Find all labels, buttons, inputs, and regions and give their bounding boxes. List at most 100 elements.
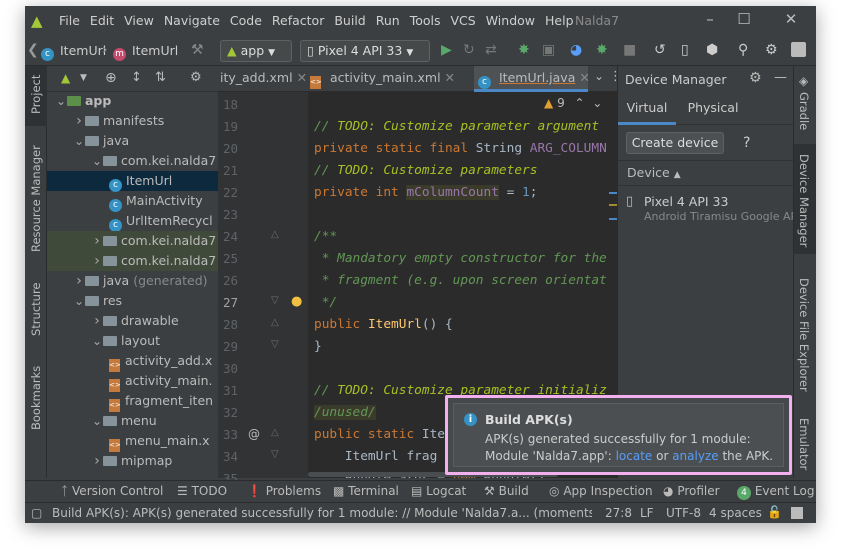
apply-changes-icon[interactable]: ⇄ [485, 42, 497, 58]
menu-refactor[interactable]: Refactor [272, 13, 324, 28]
fold-marker-icon[interactable]: ▽ [271, 339, 279, 350]
fold-marker-icon[interactable]: △ [271, 229, 279, 240]
tab-itemurl[interactable]: c ItemUrl.java ✕ [474, 66, 590, 92]
build-notification[interactable]: i Build APK(s) APK(s) generated successf… [453, 403, 784, 467]
locate-link[interactable]: locate [616, 449, 653, 463]
tool-window-resource-manager-label[interactable]: Resource Manager [29, 145, 43, 252]
tool-app-inspection[interactable]: ◎ App Inspection [549, 484, 653, 498]
lightbulb-icon[interactable]: ● [291, 294, 302, 309]
tool-window-device-manager-label[interactable]: Device Manager [797, 154, 811, 247]
tree-item[interactable]: ⌄ java [47, 131, 218, 151]
tool-window-gradle-label[interactable]: Gradle [797, 92, 811, 130]
tree-item[interactable]: <> activity_add.x [47, 351, 218, 372]
tool-terminal[interactable]: ▩ Terminal [333, 484, 399, 498]
chevron-right-icon[interactable]: › [73, 111, 85, 131]
stop-icon[interactable]: ■ [623, 42, 636, 58]
lock-icon[interactable]: 🔓 [767, 505, 782, 519]
tree-item[interactable]: ›com.kei.nalda7( [47, 251, 218, 271]
tree-item[interactable]: c UrlItemRecycl [47, 211, 218, 232]
next-highlight-icon[interactable]: ⌄ [592, 96, 602, 110]
collapse-all-icon[interactable]: ⇅ [155, 70, 166, 85]
breadcrumb-method[interactable]: ItemUrl [132, 43, 178, 58]
fold-marker-icon[interactable]: ▽ [271, 449, 279, 460]
chevron-right-icon[interactable]: › [91, 451, 103, 471]
annotation-icon[interactable]: @ [248, 427, 260, 441]
chevron-right-icon[interactable]: › [91, 251, 103, 271]
tab-physical[interactable]: Physical [680, 95, 746, 125]
tool-version-control[interactable]: ᛏ Version Control [61, 484, 163, 498]
locate-icon[interactable]: ⊕ [105, 70, 117, 86]
chevron-left-icon[interactable]: ❮ [27, 42, 39, 58]
tree-item[interactable]: ⌄ menu [47, 411, 218, 431]
chevron-down-icon[interactable]: ⌄ [73, 131, 85, 151]
tabs-dropdown-icon[interactable]: ⌄ [594, 69, 604, 83]
chevron-down-icon[interactable]: ⌄ [91, 151, 103, 171]
expand-all-icon[interactable]: ↕ [131, 70, 142, 85]
prev-highlight-icon[interactable]: ⌃ [575, 96, 585, 110]
tool-window-structure-label[interactable]: Structure [29, 283, 43, 337]
minimize-panel-icon[interactable]: — [774, 70, 787, 85]
attach-debugger-icon[interactable]: ✸ [596, 42, 608, 58]
tool-window-project-label[interactable]: Project [29, 75, 43, 114]
menu-view[interactable]: View [124, 13, 154, 28]
tree-item[interactable]: ›com.kei.nalda7( [47, 231, 218, 251]
close-tab-icon[interactable]: ✕ [445, 70, 455, 85]
run-icon[interactable]: ▶ [441, 42, 452, 58]
settings-icon[interactable]: ⚙ [765, 42, 778, 58]
minimize-icon[interactable]: – [695, 10, 725, 30]
menu-navigate[interactable]: Navigate [164, 13, 220, 28]
tool-logcat[interactable]: ▤ Logcat [411, 484, 466, 498]
run-config-select[interactable]: ▲ app ▼ [220, 40, 292, 62]
memory-indicator-icon[interactable] [791, 507, 803, 519]
gradle-sync-icon[interactable]: ↺ [654, 42, 666, 58]
line-separator[interactable]: LF [640, 506, 654, 520]
close-tab-icon[interactable]: ✕ [579, 70, 589, 85]
help-icon[interactable]: ? [743, 135, 750, 151]
account-icon[interactable] [791, 42, 806, 57]
chevron-down-icon[interactable]: ⌄ [91, 411, 103, 431]
tree-item[interactable]: › java (generated) [47, 271, 218, 291]
chevron-right-icon[interactable]: › [91, 311, 103, 331]
tree-item[interactable]: <> fragment_iten [47, 391, 218, 412]
fold-marker-icon[interactable]: ▽ [271, 295, 279, 306]
file-encoding[interactable]: UTF-8 [666, 506, 701, 520]
view-dropdown-icon[interactable]: ▼ [80, 73, 87, 83]
tree-item[interactable]: <> activity_main. [47, 371, 218, 392]
device-row[interactable]: ▯ Pixel 4 API 33 Android Tiramisu Google… [618, 191, 797, 227]
settings-icon[interactable]: ⚙ [749, 70, 762, 86]
rerun-icon[interactable]: ↻ [463, 42, 475, 58]
tree-item[interactable]: › manifests [47, 111, 218, 131]
menu-tools[interactable]: Tools [410, 13, 441, 28]
tool-build[interactable]: ⚒ Build [484, 484, 529, 498]
fold-marker-icon[interactable]: △ [271, 317, 279, 328]
fold-marker-icon[interactable]: △ [271, 427, 279, 438]
tree-item[interactable]: ⌄ res [47, 291, 218, 311]
tool-window-emulator-label[interactable]: Emulator [797, 418, 811, 470]
chevron-down-icon[interactable]: ⌄ [55, 91, 67, 111]
status-toggle-icon[interactable]: ▢ [31, 506, 42, 520]
tree-item[interactable]: ⌄ layout [47, 331, 218, 351]
tool-event-log[interactable]: 4 Event Log [737, 484, 814, 500]
tool-problems[interactable]: ❗ Problems [247, 484, 321, 498]
breadcrumb-class[interactable]: ItemUrl [60, 43, 106, 58]
chevron-right-icon[interactable]: › [91, 231, 103, 251]
android-view-icon[interactable]: ▲ [61, 71, 70, 85]
tree-item[interactable]: c ItemUrl [47, 171, 218, 192]
profile-icon[interactable]: ◕ [570, 42, 582, 58]
menu-help[interactable]: Help [545, 13, 574, 28]
tree-item[interactable]: ⌄ com.kei.nalda7 [47, 151, 218, 171]
chevron-right-icon[interactable]: › [73, 271, 85, 291]
caret-position[interactable]: 27:8 [605, 506, 632, 520]
coverage-icon[interactable]: ▣ [542, 42, 555, 58]
tree-item[interactable]: ⌄ app [47, 91, 218, 111]
search-icon[interactable]: ⚲ [738, 42, 748, 58]
tree-item[interactable]: <> menu_main.x [47, 431, 218, 452]
debug-icon[interactable]: ✸ [518, 42, 530, 58]
tab-virtual[interactable]: Virtual [618, 95, 676, 125]
menu-window[interactable]: Window [486, 13, 535, 28]
tree-item[interactable]: › drawable [47, 311, 218, 331]
indent-setting[interactable]: 4 spaces [709, 506, 762, 520]
hammer-icon[interactable]: ⚒ [191, 42, 204, 58]
sdk-manager-icon[interactable]: ⬢ [706, 42, 718, 58]
chevron-down-icon[interactable]: ⌄ [91, 331, 103, 351]
